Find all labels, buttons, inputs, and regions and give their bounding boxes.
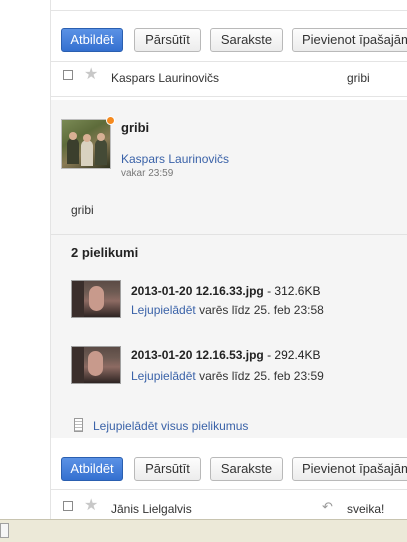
reply-button[interactable]: Atbildēt — [61, 28, 123, 52]
add-property-button[interactable]: Pievienot īpašajām — [292, 457, 407, 481]
forward-button[interactable]: Pārsūtīt — [134, 28, 201, 52]
message-row[interactable]: ★ Jānis Lielgalvis ↶ sveika! — [51, 493, 407, 519]
attachment-filename-text: 2013-01-20 12.16.33.jpg — [131, 284, 264, 298]
row-sender: Jānis Lielgalvis — [111, 502, 192, 516]
attachment-size: - 312.6KB — [263, 284, 321, 298]
add-property-button[interactable]: Pievienot īpašajām — [292, 28, 407, 52]
row-subject: gribi — [347, 71, 370, 85]
archive-icon — [74, 418, 83, 432]
status-bar — [0, 519, 407, 542]
message-time: vakar 23:59 — [121, 168, 174, 179]
attachment-expiry: varēs līdz 25. feb 23:58 — [195, 303, 324, 317]
status-bar-panel — [0, 523, 9, 538]
attachment-download-link[interactable]: Lejupielādēt — [131, 369, 196, 383]
row-divider — [51, 96, 407, 97]
section-divider — [51, 234, 407, 235]
attachment-size: - 292.4KB — [263, 348, 321, 362]
attachment-expiry: varēs līdz 25. feb 23:59 — [195, 369, 324, 383]
download-all-link[interactable]: Lejupielādēt visus pielikumus — [93, 419, 248, 433]
message-view: gribi Kaspars Laurinovičs vakar 23:59 gr… — [51, 100, 407, 438]
replied-icon: ↶ — [322, 499, 333, 514]
attachments-header: 2 pielikumi — [71, 245, 139, 260]
chat-button[interactable]: Sarakste — [210, 457, 283, 481]
attachment-download-line: Lejupielādēt varēs līdz 25. feb 23:58 — [131, 303, 324, 317]
avatar[interactable] — [61, 119, 111, 169]
row-checkbox[interactable] — [63, 70, 73, 80]
star-icon[interactable]: ★ — [84, 67, 98, 83]
attachment-thumbnail[interactable] — [71, 346, 121, 384]
forward-button[interactable]: Pārsūtīt — [134, 457, 201, 481]
left-panel — [0, 0, 51, 519]
row-divider — [51, 61, 407, 62]
online-status-indicator — [106, 116, 115, 125]
attachment-download-link[interactable]: Lejupielādēt — [131, 303, 196, 317]
toolbar-bottom: Atbildēt Pārsūtīt Sarakste Pievienot īpa… — [51, 457, 407, 497]
attachment-download-line: Lejupielādēt varēs līdz 25. feb 23:59 — [131, 369, 324, 383]
star-icon[interactable]: ★ — [84, 498, 98, 514]
row-divider — [51, 489, 407, 490]
row-checkbox[interactable] — [63, 501, 73, 511]
header-divider — [51, 10, 407, 11]
row-sender: Kaspars Laurinovičs — [111, 71, 220, 85]
reply-button[interactable]: Atbildēt — [61, 457, 123, 481]
message-subject: gribi — [121, 120, 150, 135]
attachment-filename-text: 2013-01-20 12.16.53.jpg — [131, 348, 264, 362]
attachment-thumbnail[interactable] — [71, 280, 121, 318]
message-body: gribi — [71, 203, 94, 217]
chat-button[interactable]: Sarakste — [210, 28, 283, 52]
sender-link[interactable]: Kaspars Laurinovičs — [121, 152, 229, 166]
message-row[interactable]: ★ Kaspars Laurinovičs gribi — [51, 64, 407, 90]
row-subject: sveika! — [347, 502, 385, 516]
attachment-filename: 2013-01-20 12.16.33.jpg - 312.6KB — [131, 284, 320, 298]
toolbar-top: Atbildēt Pārsūtīt Sarakste Pievienot īpa… — [51, 28, 407, 68]
attachment-filename: 2013-01-20 12.16.53.jpg - 292.4KB — [131, 348, 320, 362]
